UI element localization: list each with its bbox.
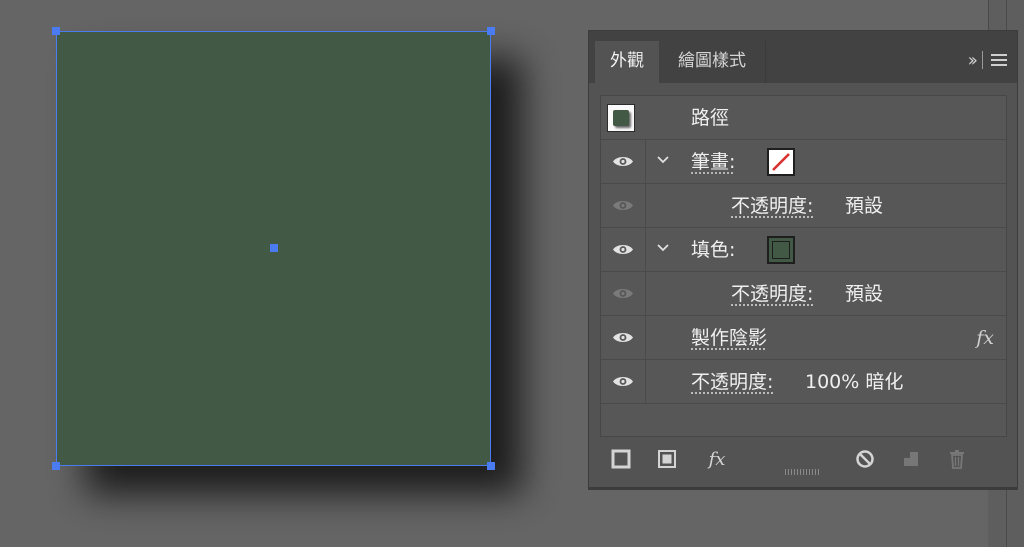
appearance-panel: 外觀 繪圖樣式 ›› 路徑 筆畫: 不透明度: 預設 填色: 不透明度: 預設 … [588,30,1018,488]
fill-visibility-toggle[interactable] [601,228,646,271]
delete-item-icon[interactable] [945,447,969,471]
none-slash-icon [772,153,790,171]
collapse-panel-button[interactable]: ›› [968,50,979,71]
clear-appearance-icon[interactable] [853,447,877,471]
add-new-stroke-icon[interactable] [609,447,633,471]
opacity-row[interactable]: 不透明度: 100% 暗化 [601,360,1006,404]
selected-rectangle[interactable] [52,27,495,470]
resize-handle-bottom-right[interactable] [487,462,495,470]
center-point[interactable] [270,244,278,252]
stroke-opacity-visibility-toggle[interactable] [601,184,646,227]
stroke-opacity-value: 預設 [845,195,884,217]
panel-footer: fx [589,439,1017,479]
stroke-label[interactable]: 筆畫: [691,140,735,184]
fill-row[interactable]: 填色: [601,228,1006,272]
drop-shadow-visibility-toggle[interactable] [601,316,646,359]
duplicate-item-icon[interactable] [899,447,923,471]
opacity-visibility-toggle[interactable] [601,360,646,403]
eye-icon [613,245,633,254]
eye-icon [613,333,633,342]
opacity-label[interactable]: 不透明度: [691,360,773,404]
drop-shadow-label[interactable]: 製作陰影 [691,316,767,360]
stroke-opacity-row[interactable]: 不透明度: 預設 [601,184,1006,228]
fx-icon[interactable]: fx [976,316,994,360]
app-edge-divider-top [988,0,989,30]
panel-resize-grip[interactable] [785,469,819,475]
fill-opacity-label[interactable]: 不透明度: [731,272,813,316]
fill-opacity-value: 預設 [845,283,884,305]
eye-icon [613,289,633,298]
resize-handle-bottom-left[interactable] [52,462,60,470]
drop-shadow-row[interactable]: 製作陰影 fx [601,316,1006,360]
panel-controls: ›› [968,49,1007,71]
appearance-list: 路徑 筆畫: 不透明度: 預設 填色: 不透明度: 預設 製作陰影 fx 不透明… [600,95,1007,437]
stroke-opacity-label[interactable]: 不透明度: [731,184,813,228]
tab-appearance[interactable]: 外觀 [595,41,659,83]
resize-handle-top-left[interactable] [52,27,60,35]
path-label: 路徑 [691,107,730,129]
opacity-value: 100% 暗化 [805,371,904,393]
hamburger-menu-icon[interactable] [991,54,1007,66]
fill-swatch[interactable] [767,236,795,264]
eye-icon [613,157,633,166]
eye-icon [613,377,633,386]
chevron-down-icon[interactable] [657,154,669,166]
path-row[interactable]: 路徑 [601,96,1006,140]
stroke-visibility-toggle[interactable] [601,140,646,183]
stroke-row[interactable]: 筆畫: [601,140,1006,184]
add-new-effect-icon[interactable]: fx [701,447,733,471]
control-separator [982,51,983,69]
stroke-swatch[interactable] [767,148,795,176]
panel-bottom-border [588,488,1018,490]
fill-swatch-inner [772,241,790,259]
eye-icon [613,201,633,210]
fill-label: 填色: [691,239,736,261]
chevron-down-icon[interactable] [657,242,669,254]
panel-tabbar: 外觀 繪圖樣式 ›› [589,31,1017,83]
fill-opacity-row[interactable]: 不透明度: 預設 [601,272,1006,316]
path-thumbnail [607,104,635,132]
resize-handle-top-right[interactable] [487,27,495,35]
fill-opacity-visibility-toggle[interactable] [601,272,646,315]
tab-graphic-styles[interactable]: 繪圖樣式 [659,41,766,83]
add-new-fill-icon[interactable] [655,447,679,471]
